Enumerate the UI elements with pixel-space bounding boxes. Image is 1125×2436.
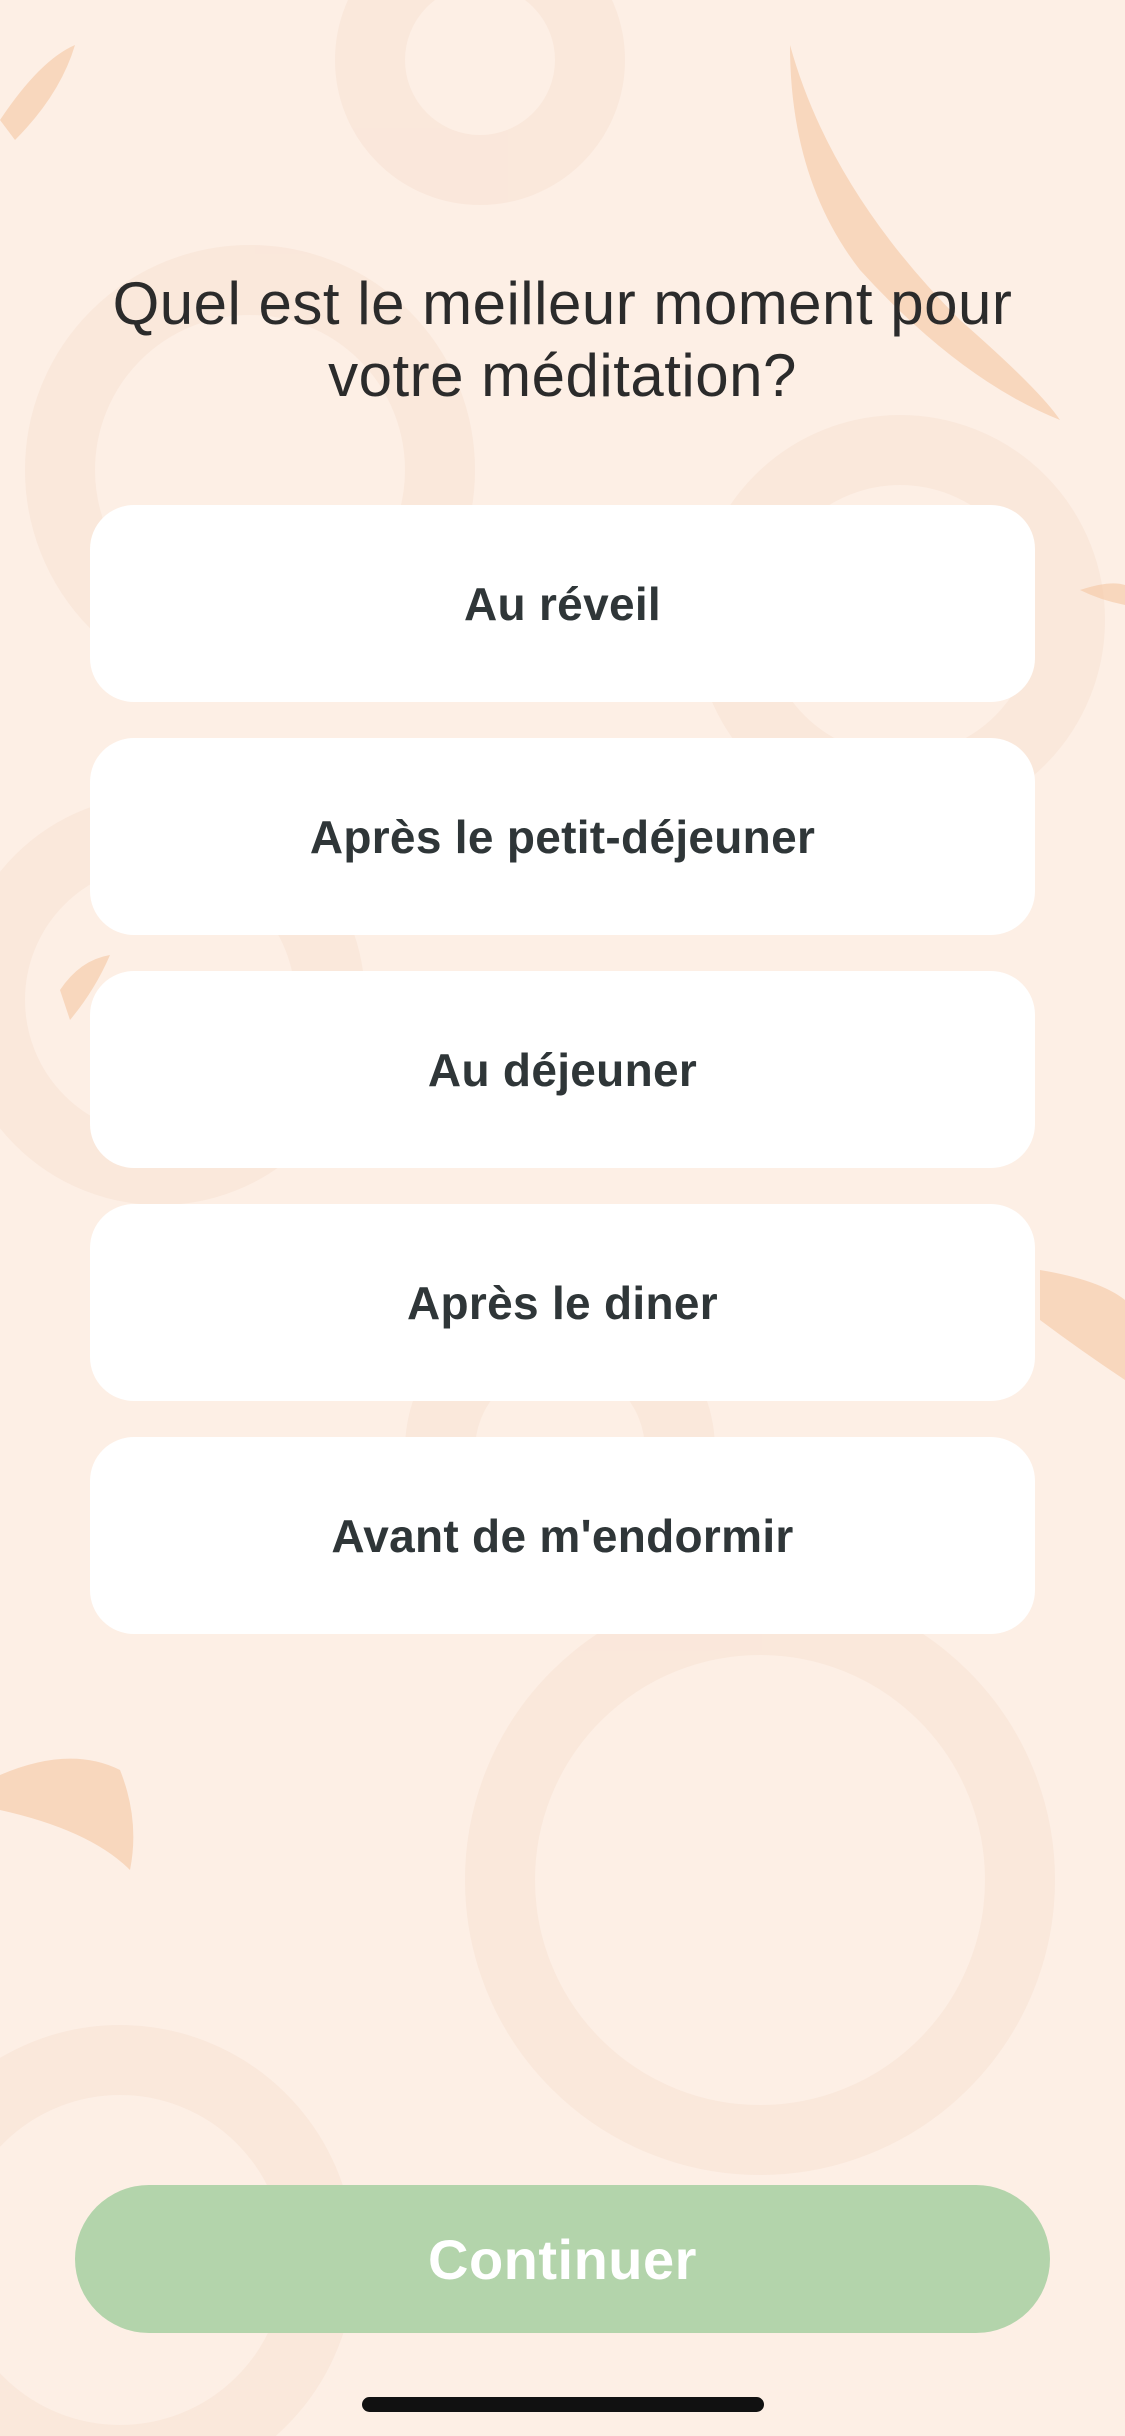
option-au-dejeuner[interactable]: Au déjeuner — [90, 971, 1035, 1168]
question-title-line1: Quel est le meilleur moment pour — [112, 270, 1013, 337]
option-apres-diner[interactable]: Après le diner — [90, 1204, 1035, 1401]
home-indicator — [362, 2397, 764, 2412]
option-avant-endormir[interactable]: Avant de m'endormir — [90, 1437, 1035, 1634]
option-label: Après le petit-déjeuner — [309, 810, 816, 863]
continue-button[interactable]: Continuer — [75, 2185, 1050, 2333]
option-label: Après le diner — [407, 1276, 718, 1329]
option-apres-petit-dejeuner[interactable]: Après le petit-déjeuner — [90, 738, 1035, 935]
question-title-line2: votre méditation? — [328, 342, 797, 409]
question-title: Quel est le meilleur moment pour votre m… — [60, 268, 1065, 412]
option-label: Au déjeuner — [427, 1043, 698, 1096]
option-au-reveil[interactable]: Au réveil — [90, 505, 1035, 702]
continue-button-label: Continuer — [428, 2227, 697, 2291]
options-list: Au réveil Après le petit-déjeuner Au déj… — [90, 505, 1035, 1670]
option-label: Au réveil — [463, 577, 661, 630]
option-label: Avant de m'endormir — [331, 1509, 794, 1562]
